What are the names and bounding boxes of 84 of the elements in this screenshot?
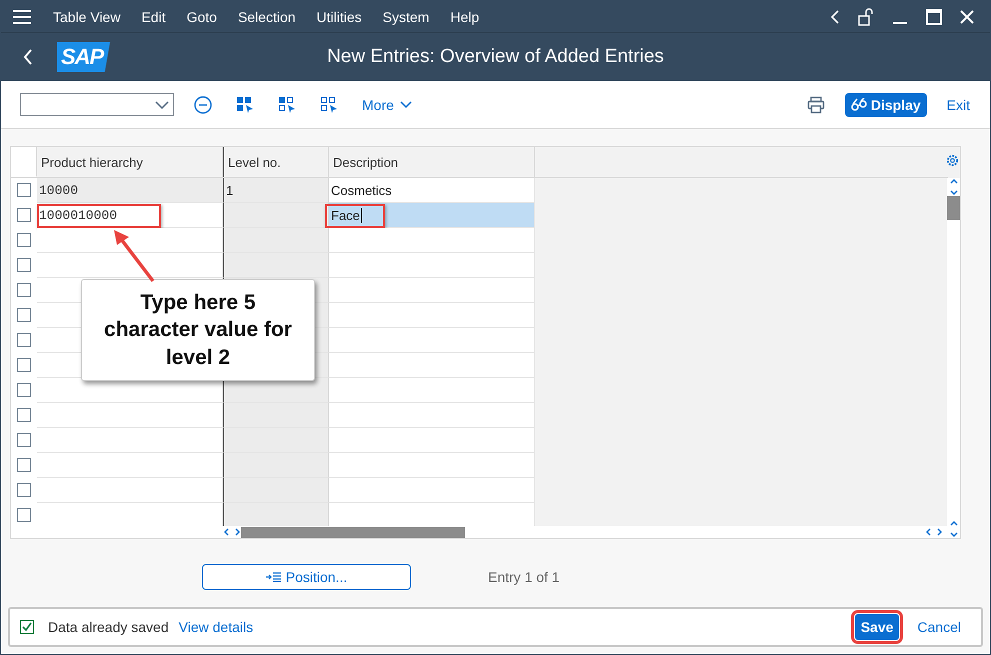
table-cell: 1 [223,178,329,203]
minus-circle-icon[interactable] [194,96,212,114]
row-checkbox[interactable] [17,283,31,297]
table-cell[interactable] [37,378,223,403]
cancel-button[interactable]: Cancel [911,614,967,640]
row-checkbox[interactable] [17,333,31,347]
position-button[interactable]: Position... [202,564,411,590]
printer-icon[interactable] [806,96,825,114]
select-all-cell[interactable] [11,147,37,177]
row-checkbox[interactable] [17,208,31,222]
row-checkbox[interactable] [17,258,31,272]
more-button[interactable]: More [362,96,412,112]
scroll-arrows-icon[interactable] [948,178,958,196]
chevron-down-icon [400,100,412,108]
list-arrow-icon [266,572,282,582]
menu-item[interactable]: System [382,8,430,24]
row-checkbox[interactable] [17,183,31,197]
view-details-link[interactable]: View details [178,619,254,635]
dropdown-field[interactable] [20,93,174,116]
scroll-arrows-icon[interactable] [223,527,241,537]
window-title: New Entries: Overview of Added Entries [327,46,664,68]
back-icon[interactable] [23,49,33,65]
status-message: Data already saved [48,619,169,635]
scroll-arrows-icon[interactable] [948,520,958,538]
menu-item[interactable]: Help [450,8,480,24]
menu-item[interactable]: Utilities [316,8,362,24]
table-cell[interactable] [329,428,535,453]
callout-tooltip: Type here 5 character value for level 2 [81,279,315,381]
exit-button[interactable]: Exit [946,96,970,112]
table-cell[interactable] [329,503,535,528]
table-cell[interactable] [329,303,535,328]
arrow [114,230,154,282]
table-cell[interactable] [329,378,535,403]
table-cell[interactable] [37,478,223,503]
row-checkbox[interactable] [17,458,31,472]
back-icon[interactable] [830,10,840,24]
scrollbar-thumb[interactable] [241,526,465,538]
close-icon[interactable] [960,10,974,24]
column-header[interactable]: Level no. [223,147,329,177]
row-checkbox[interactable] [17,408,31,422]
table-cell[interactable] [329,328,535,353]
table-cell[interactable] [329,453,535,478]
table-cell[interactable] [37,228,223,253]
table-cell[interactable] [37,253,223,278]
entry-count: Entry 1 of 1 [488,569,560,585]
row-checkbox[interactable] [17,383,31,397]
table-cell[interactable] [329,403,535,428]
glasses-icon [850,98,867,112]
save-button[interactable]: Save [854,614,900,640]
menu-item[interactable]: Goto [186,8,217,24]
menu-item[interactable]: Table View [53,8,120,24]
padlock-icon[interactable] [858,8,874,26]
checkbox[interactable] [20,620,34,634]
table-cell[interactable] [37,428,223,453]
table-cell[interactable]: Cosmetics [329,178,535,203]
select-all-icon[interactable] [236,96,254,114]
maximize-icon[interactable] [926,8,942,24]
deselect-all-icon[interactable] [320,96,338,114]
row-checkbox[interactable] [17,508,31,522]
menu-item[interactable]: Selection [238,8,296,24]
vertical-scrollbar[interactable] [947,178,960,538]
table-cell[interactable] [329,478,535,503]
table-cell[interactable] [329,278,535,303]
menu-item[interactable]: Edit [141,8,166,24]
chevron-down-icon [155,100,169,108]
table-cell[interactable] [37,403,223,428]
select-block-icon[interactable] [278,96,296,114]
table-cell[interactable]: 10000 [37,178,223,203]
table-cell[interactable] [329,353,535,378]
table-cell[interactable] [329,253,535,278]
menu-icon[interactable] [13,10,31,24]
table-cell[interactable] [329,228,535,253]
settings-icon[interactable] [946,154,959,167]
table-cell[interactable] [37,453,223,478]
row-checkbox[interactable] [17,308,31,322]
table-cell[interactable]: 1000010000 [37,203,223,228]
row-checkbox[interactable] [17,433,31,447]
row-checkbox[interactable] [17,358,31,372]
display-button[interactable]: Display [844,92,927,116]
row-checkbox[interactable] [17,483,31,497]
horizontal-scrollbar[interactable] [11,526,947,538]
row-checkbox[interactable] [17,233,31,247]
scrollbar-thumb[interactable] [947,196,960,220]
scroll-arrows-icon[interactable] [925,527,943,537]
